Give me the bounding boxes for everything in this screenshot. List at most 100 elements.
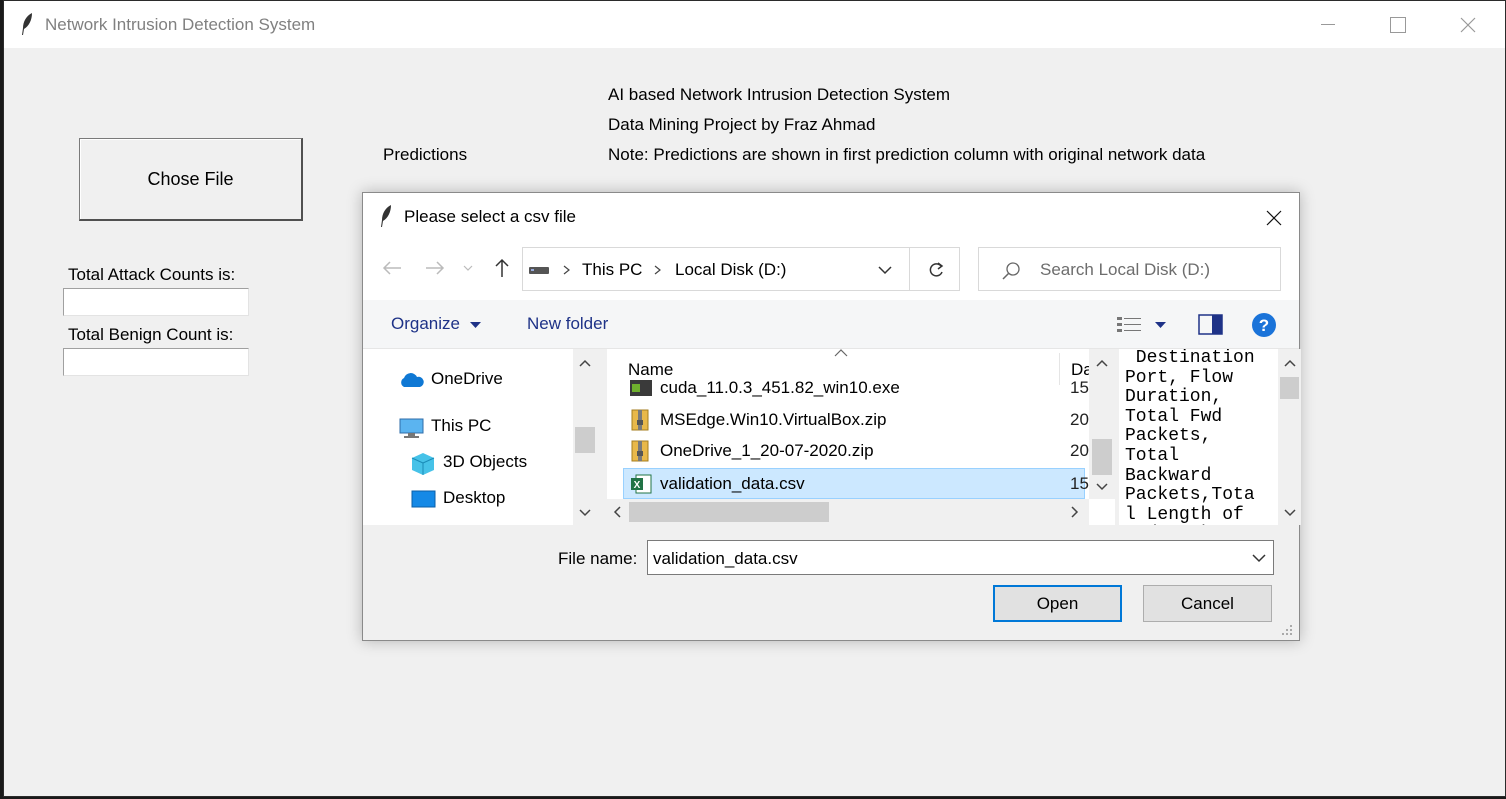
- nav-item-label: OneDrive: [431, 369, 503, 388]
- exe-file-icon: [630, 380, 652, 396]
- file-date: 15: [1070, 474, 1089, 493]
- file-list-hscrollbar[interactable]: [607, 499, 1089, 525]
- file-list: Name Da cuda_11.0.3_451.82_win10.exe 15 …: [607, 349, 1115, 525]
- scroll-thumb[interactable]: [1092, 439, 1112, 475]
- dialog-title: Please select a csv file: [404, 207, 576, 226]
- file-date: 20: [1070, 441, 1089, 460]
- header-note: Note: Predictions are shown in first pre…: [608, 145, 1206, 164]
- zip-archive-icon: [631, 440, 649, 462]
- file-name-label: File name:: [558, 549, 638, 568]
- view-options-icon[interactable]: [1117, 316, 1141, 334]
- file-dialog: Please select a csv file This PC Local D…: [362, 192, 1301, 641]
- search-box[interactable]: Search Local Disk (D:): [978, 247, 1281, 291]
- cancel-button[interactable]: Cancel: [1143, 585, 1272, 622]
- nav-item-label: Desktop: [443, 488, 506, 507]
- file-date: 20: [1070, 410, 1089, 429]
- desktop-icon: [411, 490, 436, 508]
- scroll-right-arrow[interactable]: [1067, 504, 1083, 520]
- scroll-up-arrow[interactable]: [1094, 355, 1110, 371]
- file-row-onedrive-zip[interactable]: OneDrive_1_20-07-2020.zip 20: [624, 436, 1089, 467]
- scroll-up-arrow[interactable]: [1282, 355, 1298, 371]
- resize-grip-icon[interactable]: [1281, 624, 1293, 636]
- nav-item-label: This PC: [431, 416, 492, 435]
- address-divider: [909, 248, 910, 290]
- chevron-up-icon: [1096, 359, 1108, 367]
- preview-pane-icon[interactable]: [1198, 314, 1223, 335]
- chevron-right-icon: [654, 265, 661, 275]
- file-row-msedge[interactable]: MSEdge.Win10.VirtualBox.zip 20: [624, 405, 1089, 436]
- nav-scrollbar[interactable]: [573, 349, 597, 525]
- scroll-thumb[interactable]: [575, 427, 595, 453]
- maximize-button[interactable]: [1364, 1, 1432, 48]
- file-list-vscrollbar[interactable]: [1089, 349, 1115, 499]
- feather-icon: [381, 205, 391, 227]
- close-button[interactable]: [1434, 1, 1502, 48]
- benign-count-label: Total Benign Count is:: [68, 325, 234, 344]
- scroll-down-arrow[interactable]: [1094, 479, 1110, 495]
- header-author: Data Mining Project by Fraz Ahmad: [608, 115, 876, 134]
- maximize-icon: [1390, 16, 1406, 33]
- navigation-bar: This PC Local Disk (D:) Search Local Dis…: [363, 240, 1299, 300]
- forward-button[interactable]: [422, 255, 448, 281]
- navigation-pane: OneDrive This PC 3D Objects Desktop: [363, 349, 597, 525]
- breadcrumb-this-pc[interactable]: This PC: [582, 260, 642, 280]
- attack-count-field[interactable]: [63, 288, 249, 316]
- main-titlebar[interactable]: Network Intrusion Detection System: [4, 1, 1505, 48]
- cube-icon: [411, 453, 435, 475]
- chevron-left-icon: [613, 506, 621, 518]
- attack-count-label: Total Attack Counts is:: [68, 265, 236, 284]
- file-row-validation-data[interactable]: X validation_data.csv 15: [623, 468, 1089, 499]
- new-folder-button[interactable]: New folder: [527, 314, 608, 334]
- chose-file-button[interactable]: Chose File: [79, 138, 303, 221]
- scroll-down-arrow[interactable]: [1282, 505, 1298, 521]
- recent-locations-button[interactable]: [459, 255, 477, 281]
- minimize-button[interactable]: [1294, 1, 1362, 48]
- arrow-up-icon: [495, 258, 509, 277]
- svg-text:?: ?: [1259, 316, 1269, 335]
- file-date: 15: [1070, 378, 1089, 397]
- breadcrumb-local-disk[interactable]: Local Disk (D:): [675, 260, 786, 280]
- computer-icon: [399, 418, 424, 438]
- preview-text: Destination Port, Flow Duration, Total F…: [1125, 349, 1255, 525]
- chevron-down-icon[interactable]: [1252, 554, 1266, 563]
- organize-menu[interactable]: Organize: [391, 314, 460, 334]
- chevron-up-icon: [1284, 359, 1296, 367]
- scroll-left-arrow[interactable]: [609, 504, 625, 520]
- refresh-icon[interactable]: [927, 261, 945, 279]
- chevron-right-icon: [563, 265, 570, 275]
- dialog-titlebar[interactable]: Please select a csv file: [363, 193, 1299, 240]
- close-icon: [1460, 17, 1476, 32]
- caret-down-icon: [470, 322, 481, 328]
- scroll-thumb[interactable]: [629, 502, 829, 522]
- file-name: MSEdge.Win10.VirtualBox.zip: [660, 410, 887, 429]
- back-button[interactable]: [379, 255, 405, 281]
- help-icon[interactable]: ?: [1251, 312, 1277, 338]
- open-button[interactable]: Open: [993, 585, 1122, 622]
- caret-down-icon[interactable]: [1155, 322, 1166, 328]
- feather-icon: [22, 13, 32, 35]
- file-name: validation_data.csv: [660, 474, 805, 493]
- chevron-down-icon: [579, 509, 591, 517]
- excel-csv-icon: X: [631, 474, 652, 494]
- dialog-close-button[interactable]: [1259, 203, 1289, 233]
- drive-icon: [529, 267, 549, 274]
- svg-text:X: X: [634, 480, 641, 491]
- preview-scrollbar[interactable]: [1278, 349, 1301, 525]
- predictions-label: Predictions: [383, 145, 468, 164]
- chevron-down-icon: [1096, 483, 1108, 491]
- search-placeholder: Search Local Disk (D:): [1040, 260, 1211, 279]
- file-row-cuda[interactable]: cuda_11.0.3_451.82_win10.exe 15: [624, 373, 1089, 404]
- window-title: Network Intrusion Detection System: [45, 15, 316, 34]
- benign-count-field[interactable]: [63, 348, 249, 376]
- file-name-input[interactable]: validation_data.csv: [647, 540, 1274, 575]
- search-icon: [1002, 262, 1020, 280]
- scroll-thumb[interactable]: [1280, 377, 1299, 399]
- close-icon: [1266, 210, 1282, 226]
- scroll-up-arrow[interactable]: [577, 355, 593, 371]
- command-bar: Organize New folder ?: [363, 300, 1299, 349]
- up-button[interactable]: [489, 255, 515, 281]
- chevron-up-icon: [579, 359, 591, 367]
- cloud-icon: [401, 373, 424, 387]
- address-bar[interactable]: This PC Local Disk (D:): [522, 247, 960, 291]
- scroll-down-arrow[interactable]: [577, 505, 593, 521]
